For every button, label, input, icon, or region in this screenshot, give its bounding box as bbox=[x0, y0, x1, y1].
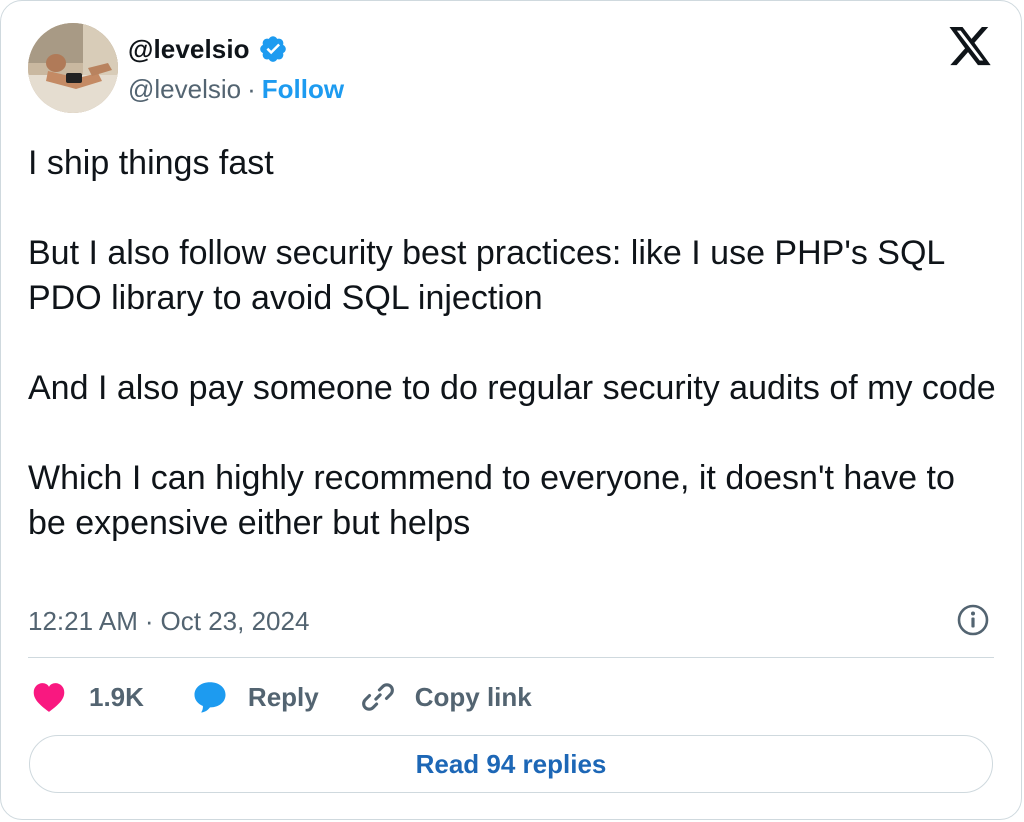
author-display-name[interactable]: @levelsio bbox=[128, 34, 250, 65]
tweet-paragraph: I ship things fast bbox=[28, 144, 274, 182]
heart-icon bbox=[33, 683, 65, 712]
speech-bubble-icon bbox=[194, 682, 226, 713]
copy-link-label: Copy link bbox=[414, 681, 532, 712]
tweet-date: Oct 23, 2024 bbox=[160, 605, 310, 636]
tweet-timestamp[interactable]: 12:21 AM · Oct 23, 2024 bbox=[28, 601, 309, 641]
avatar-photo bbox=[28, 23, 118, 113]
separator-dot: · bbox=[144, 605, 154, 636]
reply-button[interactable]: Reply bbox=[192, 680, 319, 714]
like-button[interactable]: 1.9K bbox=[31, 681, 144, 713]
tweet-time: 12:21 AM bbox=[28, 605, 138, 636]
divider bbox=[28, 657, 994, 658]
tweet-paragraph: Which I can highly recommend to everyone… bbox=[28, 459, 955, 542]
follow-link[interactable]: Follow bbox=[262, 74, 344, 105]
author-handle[interactable]: @levelsio bbox=[128, 74, 241, 105]
avatar[interactable] bbox=[28, 23, 118, 113]
like-count: 1.9K bbox=[89, 681, 144, 712]
verified-badge-icon bbox=[258, 34, 288, 64]
author-handle-row: @levelsio · Follow bbox=[128, 71, 344, 107]
separator-dot: · bbox=[247, 73, 256, 104]
author-name-row: @levelsio bbox=[128, 31, 288, 67]
x-logo-icon[interactable] bbox=[947, 27, 993, 69]
tweet-paragraph: And I also pay someone to do regular sec… bbox=[28, 369, 996, 407]
copy-link-button[interactable]: Copy link bbox=[361, 680, 532, 714]
info-icon[interactable] bbox=[956, 603, 990, 637]
tweet-card: @levelsio @levelsio · Follow I ship thin… bbox=[0, 0, 1022, 820]
tweet-paragraph: But I also follow security best practice… bbox=[28, 234, 945, 317]
action-bar: 1.9K Reply Copy link bbox=[31, 675, 532, 719]
link-icon bbox=[361, 683, 394, 711]
tweet-text: I ship things fast But I also follow sec… bbox=[28, 141, 1000, 546]
read-replies-button[interactable]: Read 94 replies bbox=[29, 735, 993, 793]
reply-label: Reply bbox=[247, 681, 319, 712]
